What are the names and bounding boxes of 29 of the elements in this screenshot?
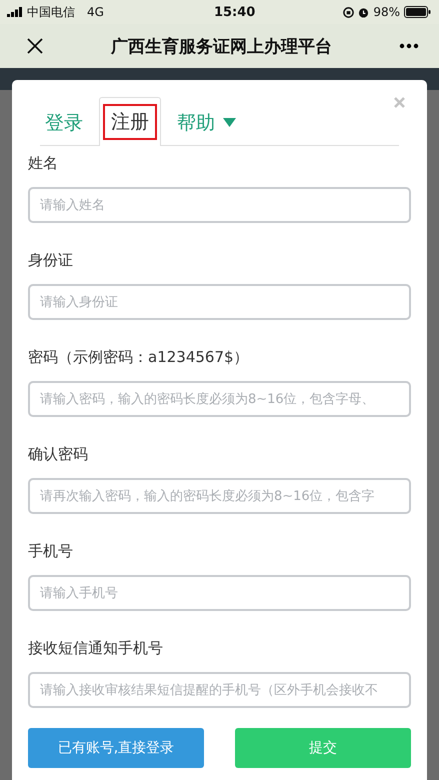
battery-percent: 98% <box>373 5 400 19</box>
close-icon[interactable] <box>26 37 44 55</box>
tab[interactable]: 注册 <box>99 97 161 146</box>
field-label: 手机号 <box>28 542 74 561</box>
field-label: 姓名 <box>28 154 59 173</box>
input-field[interactable]: 请输入手机号 <box>28 575 411 611</box>
field-label: 身份证 <box>28 251 74 270</box>
battery-icon <box>404 6 431 18</box>
login-button[interactable]: 已有账号,直接登录 <box>28 728 204 768</box>
rotation-lock-icon <box>343 6 354 18</box>
input-field[interactable]: 请再次输入密码，输入的密码长度必须为8~16位，包含字 <box>28 478 411 514</box>
tab[interactable]: 登录 <box>40 98 99 146</box>
input-field[interactable]: 请输入姓名 <box>28 187 411 223</box>
signal-icon <box>7 7 23 17</box>
caret-icon <box>223 118 236 127</box>
submit-button[interactable]: 提交 <box>235 728 411 768</box>
status-time: 15:40 <box>214 4 256 20</box>
input-field[interactable]: 请输入身份证 <box>28 284 411 320</box>
tab[interactable]: 帮助 <box>161 98 252 146</box>
network-type: 4G <box>87 5 104 19</box>
input-field[interactable]: 请输入接收审核结果短信提醒的手机号（区外手机会接收不 <box>28 672 411 708</box>
carrier-name: 中国电信 <box>27 4 75 20</box>
field-label: 确认密码 <box>28 445 89 464</box>
page-title: 广西生育服务证网上办理平台 <box>111 36 332 58</box>
input-field[interactable]: 请输入密码，输入的密码长度必须为8~16位，包含字母、 <box>28 381 411 417</box>
field-label: 密码（示例密码：a1234567$） <box>28 348 250 367</box>
alarm-icon <box>358 6 370 18</box>
more-icon[interactable] <box>399 43 419 49</box>
field-label: 接收短信通知手机号 <box>28 639 164 658</box>
